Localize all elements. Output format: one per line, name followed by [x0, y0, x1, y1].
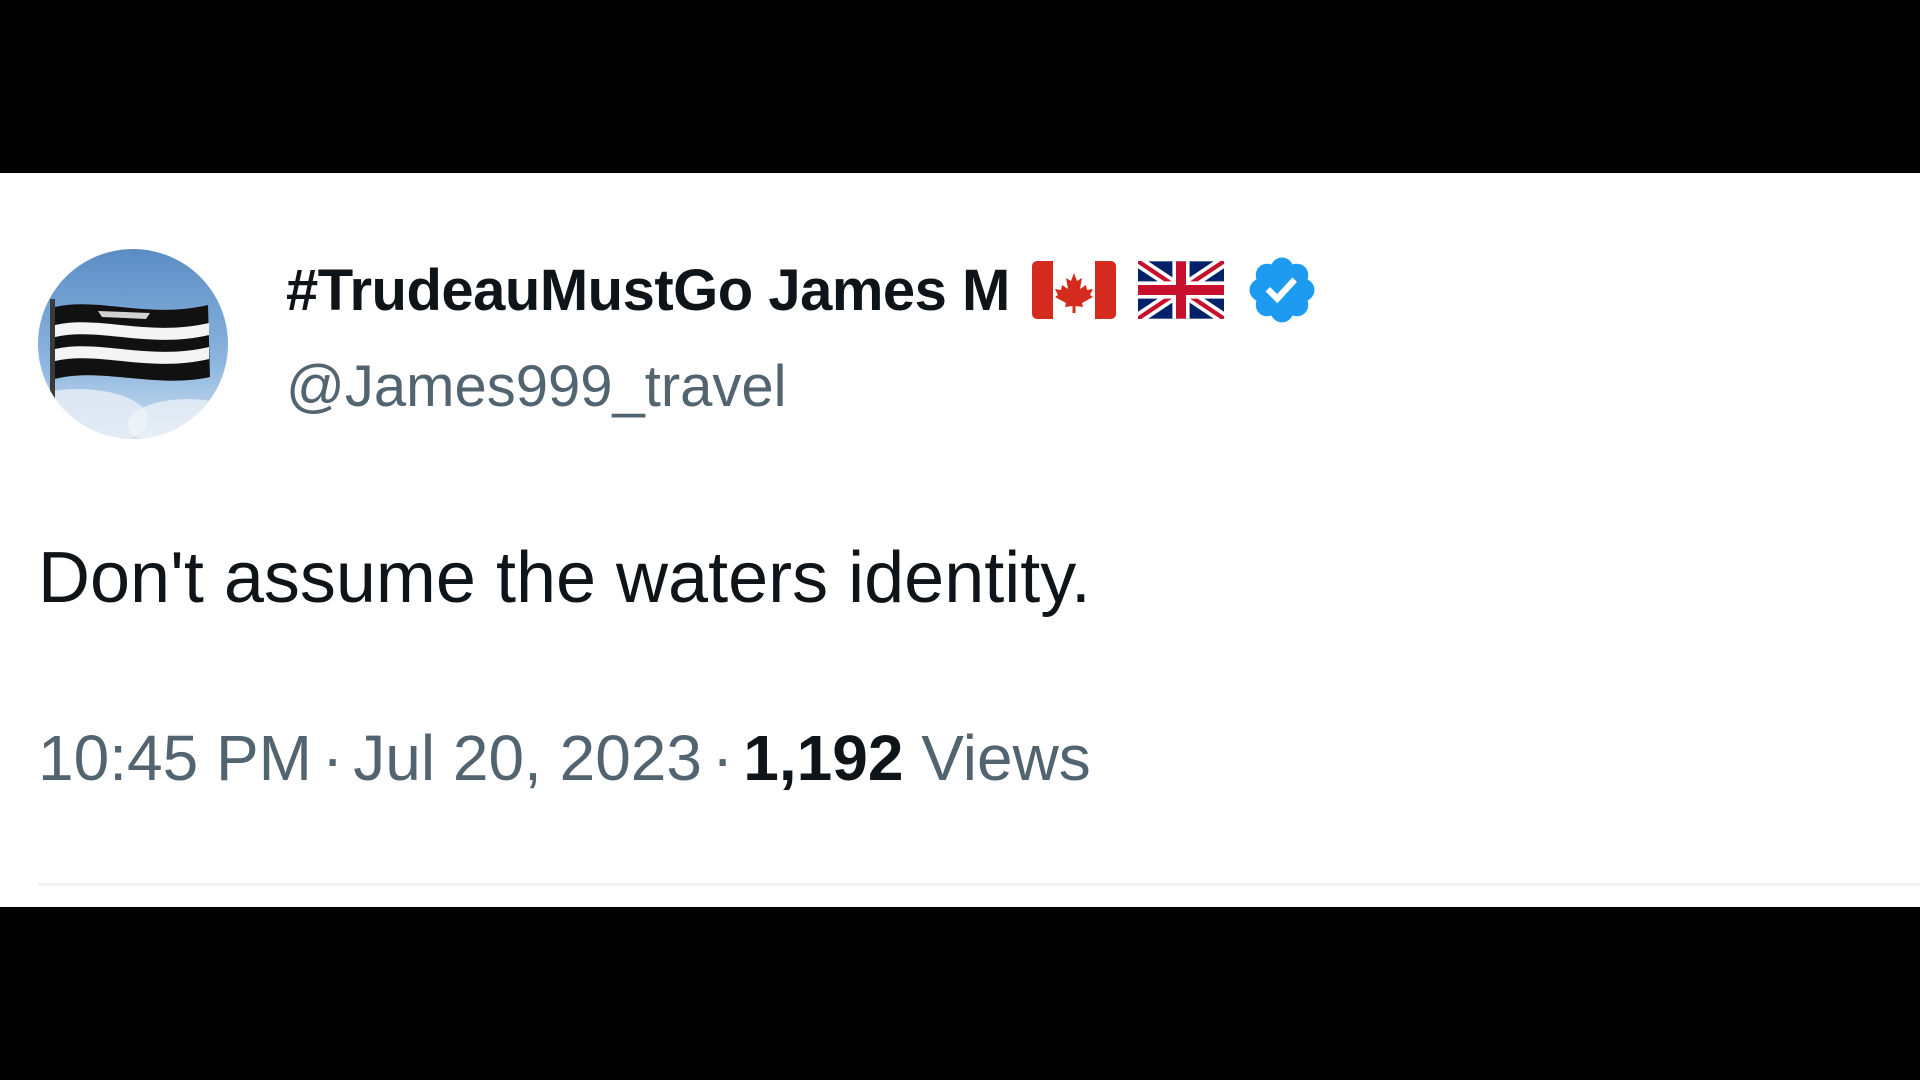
- tweet-time[interactable]: 10:45 PM: [38, 722, 312, 794]
- tweet-date[interactable]: Jul 20, 2023: [353, 722, 702, 794]
- verified-badge-icon[interactable]: [1244, 252, 1320, 328]
- separator-dot: ·: [711, 722, 734, 794]
- user-handle[interactable]: @James999_travel: [286, 353, 787, 420]
- avatar[interactable]: [38, 249, 228, 439]
- views-label[interactable]: Views: [921, 722, 1091, 794]
- divider: [38, 883, 1920, 886]
- tweet-text: Don't assume the waters identity.: [38, 538, 1091, 618]
- author-name-row[interactable]: #TrudeauMustGo James M: [286, 255, 1320, 325]
- tweet-card[interactable]: #TrudeauMustGo James M @James999_travel …: [0, 173, 1920, 907]
- display-name[interactable]: #TrudeauMustGo James M: [286, 257, 1010, 324]
- canada-flag-icon: [1031, 261, 1116, 319]
- screenshot-frame: #TrudeauMustGo James M @James999_travel …: [0, 0, 1920, 1080]
- separator-dot: ·: [321, 722, 344, 794]
- views-count[interactable]: 1,192: [743, 722, 903, 794]
- tweet-metadata: 10:45 PM · Jul 20, 2023 · 1,192 Views: [38, 721, 1091, 795]
- flag-avatar-image: [38, 249, 228, 439]
- united-kingdom-flag-icon: [1137, 261, 1224, 319]
